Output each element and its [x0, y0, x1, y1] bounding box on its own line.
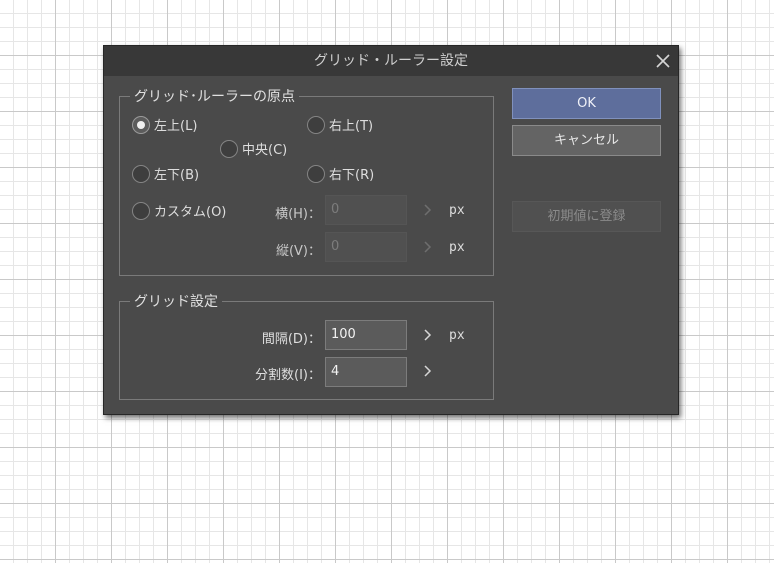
- radio-label: 左下(B): [154, 168, 200, 183]
- vertical-chevron-right-icon[interactable]: [423, 240, 433, 254]
- interval-unit: px: [449, 328, 465, 343]
- radio-center[interactable]: 中央(C): [220, 139, 287, 158]
- vertical-input[interactable]: 0: [325, 232, 407, 262]
- radio-custom[interactable]: カスタム(O): [132, 201, 226, 220]
- divisions-input[interactable]: 4: [325, 357, 407, 387]
- origin-group-legend: グリッド･ルーラーの原点: [130, 88, 299, 106]
- ok-button[interactable]: OK: [512, 88, 661, 119]
- radio-top-right[interactable]: 右上(T): [307, 115, 373, 134]
- radio-bottom-left[interactable]: 左下(B): [132, 164, 199, 183]
- grid-ruler-settings-dialog: グリッド・ルーラー設定 グリッド･ルーラーの原点 左上(L) 右上(T) 中央(…: [103, 45, 679, 415]
- horizontal-unit: px: [449, 203, 465, 218]
- radio-label: 中央(C): [242, 143, 288, 158]
- divisions-chevron-right-icon[interactable]: [423, 364, 433, 378]
- radio-dot: [132, 201, 150, 220]
- radio-dot: [307, 115, 325, 134]
- radio-label: カスタム(O): [154, 205, 227, 220]
- radio-label: 右下(R): [329, 168, 375, 183]
- interval-input[interactable]: 100: [325, 320, 407, 350]
- radio-dot: [220, 139, 238, 158]
- origin-group: グリッド･ルーラーの原点 左上(L) 右上(T) 中央(C) 左下(B) 右下(…: [119, 88, 494, 276]
- radio-dot-checked: [132, 115, 150, 134]
- horizontal-chevron-right-icon[interactable]: [423, 203, 433, 217]
- cancel-button[interactable]: キャンセル: [512, 125, 661, 156]
- register-default-button[interactable]: 初期値に登録: [512, 201, 661, 232]
- grid-settings-group: グリッド設定 間隔(D)： 100 px 分割数(I)： 4: [119, 293, 494, 400]
- radio-label: 右上(T): [329, 119, 374, 134]
- radio-dot: [132, 164, 150, 183]
- vertical-unit: px: [449, 240, 465, 255]
- interval-chevron-right-icon[interactable]: [423, 328, 433, 342]
- title-bar[interactable]: グリッド・ルーラー設定: [104, 46, 678, 76]
- radio-bottom-right[interactable]: 右下(R): [307, 164, 374, 183]
- vertical-label: 縦(V)：: [275, 244, 321, 259]
- divisions-label: 分割数(I)：: [255, 368, 321, 383]
- interval-label: 間隔(D)：: [261, 332, 321, 347]
- radio-dot: [307, 164, 325, 183]
- close-icon[interactable]: [654, 52, 672, 70]
- dialog-title: グリッド・ルーラー設定: [314, 53, 468, 69]
- radio-label: 左上(L): [154, 119, 198, 134]
- horizontal-input[interactable]: 0: [325, 195, 407, 225]
- radio-top-left[interactable]: 左上(L): [132, 115, 197, 134]
- grid-settings-legend: グリッド設定: [130, 293, 222, 311]
- horizontal-label: 横(H)：: [275, 207, 321, 222]
